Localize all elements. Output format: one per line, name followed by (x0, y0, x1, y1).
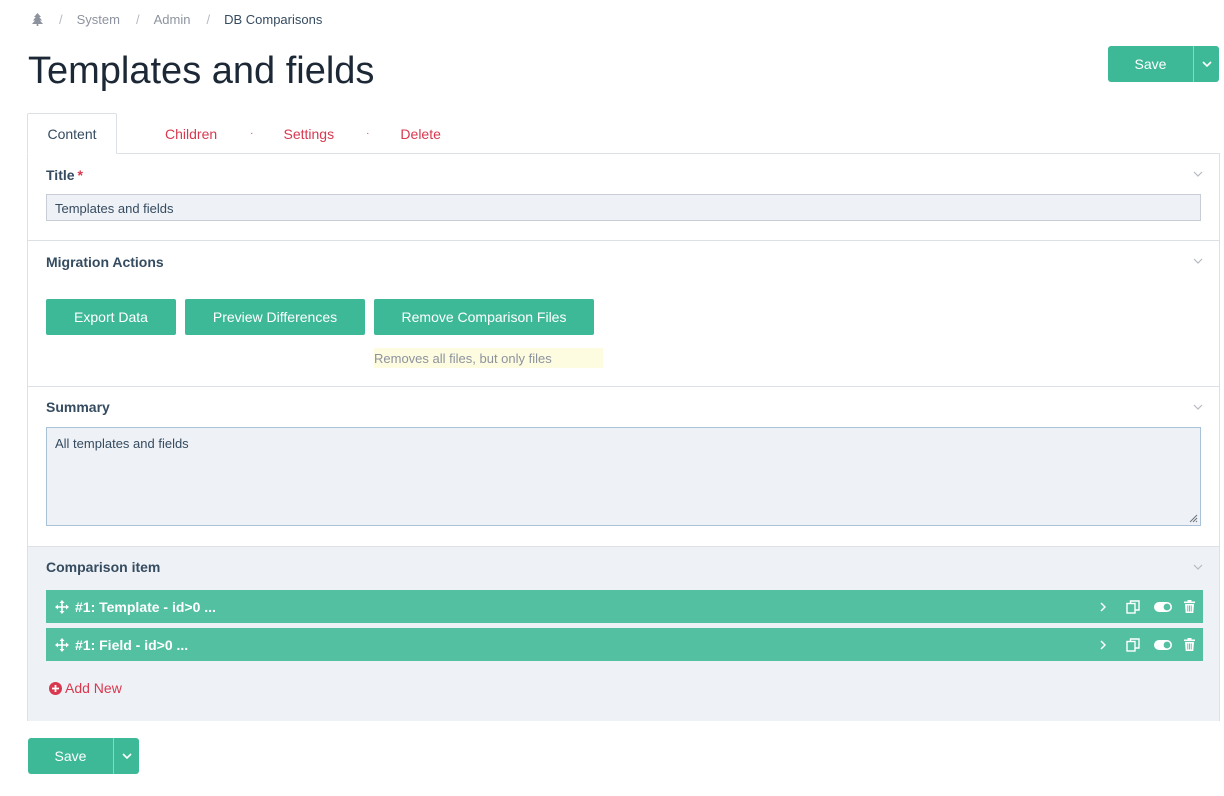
comparison-item-row[interactable]: #1: Field - id>0 ... (46, 628, 1203, 661)
save-button-group-top: Save (1108, 46, 1219, 82)
save-button[interactable]: Save (28, 738, 113, 774)
move-icon[interactable] (55, 599, 69, 614)
item-actions (1098, 590, 1195, 623)
chevron-down-icon (1201, 61, 1212, 67)
chevron-down-icon[interactable] (1193, 402, 1203, 412)
chevron-right-icon[interactable] (1098, 639, 1108, 650)
save-dropdown-toggle[interactable] (1193, 46, 1219, 82)
breadcrumb-separator: / (135, 11, 140, 27)
tab-bar: Content Children · Settings · Delete (27, 113, 441, 154)
title-label: Title * (46, 167, 83, 183)
chevron-down-icon[interactable] (1193, 169, 1203, 179)
breadcrumb: / System / Admin / DB Comparisons (31, 11, 322, 27)
chevron-down-icon[interactable] (1193, 256, 1203, 266)
breadcrumb-admin[interactable]: Admin (154, 12, 191, 27)
save-button-group-bottom: Save (28, 738, 139, 774)
preview-differences-button[interactable]: Preview Differences (185, 299, 365, 335)
breadcrumb-db-comparisons[interactable]: DB Comparisons (224, 12, 322, 27)
tab-settings[interactable]: Settings (283, 113, 334, 154)
summary-textarea[interactable]: All templates and fields (46, 427, 1201, 526)
summary-label: Summary (46, 399, 110, 415)
migration-actions-label: Migration Actions (46, 254, 164, 270)
summary-text: All templates and fields (55, 436, 189, 451)
export-data-button[interactable]: Export Data (46, 299, 176, 335)
tab-content[interactable]: Content (27, 113, 117, 154)
comparison-item-title: #1: Template - id>0 ... (75, 598, 216, 615)
item-actions (1098, 628, 1195, 661)
title-label-text: Title (46, 167, 75, 183)
comparison-item-section: Comparison item #1: Template - id>0 ... … (28, 547, 1219, 721)
toggle-icon[interactable] (1154, 639, 1172, 650)
copy-icon[interactable] (1126, 637, 1140, 652)
tab-separator-dot: · (366, 128, 370, 139)
move-icon[interactable] (55, 637, 69, 652)
tab-children[interactable]: Children (165, 113, 217, 154)
content-panel: Title * Templates and fields Migration Ac… (27, 153, 1220, 721)
tree-icon[interactable] (31, 12, 43, 26)
comparison-item-label: Comparison item (46, 559, 161, 575)
save-button[interactable]: Save (1108, 46, 1193, 82)
add-new-label: Add New (65, 680, 122, 696)
page-title: Templates and fields (28, 50, 375, 92)
trash-icon[interactable] (1184, 600, 1195, 613)
title-input[interactable]: Templates and fields (46, 194, 1201, 221)
trash-icon[interactable] (1184, 638, 1195, 651)
chevron-down-icon[interactable] (1193, 562, 1203, 572)
copy-icon[interactable] (1126, 599, 1140, 614)
required-mark: * (77, 167, 83, 183)
comparison-item-title: #1: Field - id>0 ... (75, 636, 189, 653)
save-dropdown-toggle[interactable] (113, 738, 139, 774)
chevron-right-icon[interactable] (1098, 601, 1108, 612)
remove-files-note: Removes all files, but only files (374, 348, 603, 368)
title-section: Title * Templates and fields (28, 154, 1219, 241)
breadcrumb-system[interactable]: System (77, 12, 120, 27)
tab-separator-dot: · (250, 128, 254, 139)
comparison-item-row[interactable]: #1: Template - id>0 ... (46, 590, 1203, 623)
remove-comparison-files-button[interactable]: Remove Comparison Files (374, 299, 594, 335)
summary-section: Summary All templates and fields (28, 387, 1219, 547)
breadcrumb-separator: / (59, 11, 63, 27)
toggle-icon[interactable] (1154, 601, 1172, 612)
tab-delete[interactable]: Delete (400, 113, 440, 154)
migration-actions-section: Migration Actions Export Data Preview Di… (28, 241, 1219, 387)
resize-handle-icon[interactable] (1189, 514, 1198, 523)
plus-circle-icon (49, 681, 62, 695)
chevron-down-icon (121, 753, 132, 759)
add-new-link[interactable]: Add New (49, 680, 122, 696)
breadcrumb-separator: / (206, 11, 211, 27)
